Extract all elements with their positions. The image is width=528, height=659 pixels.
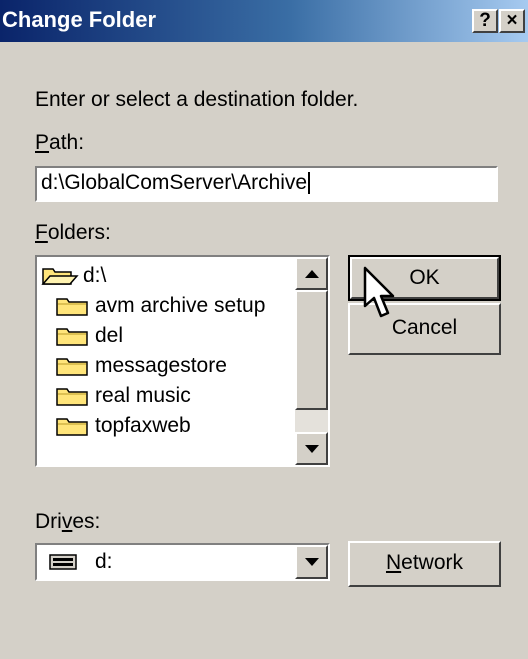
chevron-down-icon xyxy=(304,558,319,566)
path-input[interactable]: d:\GlobalComServer\Archive xyxy=(35,166,498,202)
list-item[interactable]: del xyxy=(55,321,123,351)
drive-value: d: xyxy=(95,550,113,573)
list-item[interactable]: d:\ xyxy=(41,261,106,291)
folder-icon xyxy=(56,298,88,316)
close-button[interactable]: × xyxy=(499,9,525,33)
path-value: d:\GlobalComServer\Archive xyxy=(41,171,308,194)
open-folder-icon xyxy=(41,268,79,285)
drives-label: Drives: xyxy=(35,510,101,533)
arrow-down-icon xyxy=(304,444,319,453)
folder-icon xyxy=(56,418,88,436)
drive-icon xyxy=(49,554,77,570)
path-label: Path: xyxy=(35,131,85,154)
text-caret xyxy=(308,172,311,195)
list-item[interactable]: avm archive setup xyxy=(55,291,265,321)
title-bar[interactable]: Change Folder ? × xyxy=(0,0,528,42)
folders-scrollbar[interactable] xyxy=(295,257,328,465)
scroll-up-button[interactable] xyxy=(295,257,328,290)
help-button[interactable]: ? xyxy=(472,9,498,33)
window-title: Change Folder xyxy=(2,7,157,32)
folder-icon xyxy=(56,328,88,346)
folder-icon xyxy=(56,388,88,406)
drives-combobox[interactable]: d: xyxy=(35,543,330,581)
instruction-text: Enter or select a destination folder. xyxy=(35,88,359,111)
scroll-down-button[interactable] xyxy=(295,432,328,465)
list-item[interactable]: topfaxweb xyxy=(55,411,191,441)
scroll-thumb[interactable] xyxy=(295,290,328,410)
list-item[interactable]: real music xyxy=(55,381,191,411)
network-button[interactable]: Network xyxy=(348,541,501,587)
mouse-pointer-icon xyxy=(363,266,395,318)
folder-icon xyxy=(56,358,88,376)
folders-list[interactable]: d:\ avm archive setup del messagestore r… xyxy=(35,255,330,467)
folders-label: Folders: xyxy=(35,221,111,244)
drives-dropdown-button[interactable] xyxy=(295,545,328,579)
arrow-up-icon xyxy=(304,269,319,278)
list-item[interactable]: messagestore xyxy=(55,351,227,381)
